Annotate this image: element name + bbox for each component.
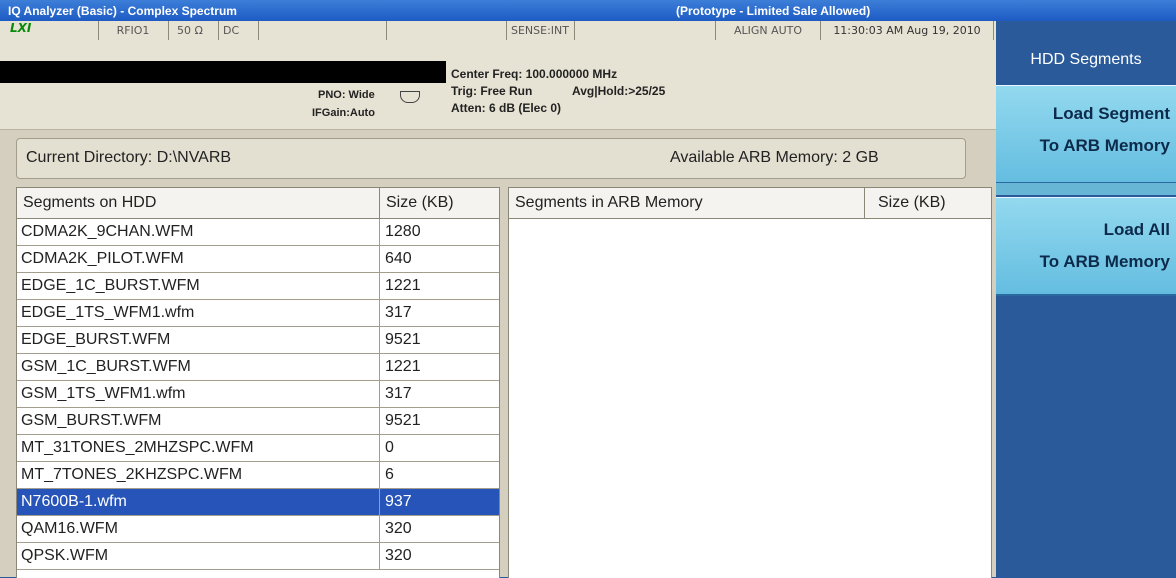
segment-size: 9521 (385, 331, 421, 348)
segment-size: 1221 (385, 358, 421, 375)
hdd-segment-row[interactable]: CDMA2K_PILOT.WFM 640 (17, 246, 499, 273)
hdd-segment-row[interactable]: QAM16.WFM 320 (17, 516, 499, 543)
segment-size: 9521 (385, 412, 421, 429)
pno-status: PNO: Wide (318, 89, 375, 101)
segment-name: QPSK.WFM (21, 547, 109, 564)
segment-size: 320 (385, 520, 412, 537)
load-segment-label-line1: Load Segment (1052, 104, 1170, 123)
hdd-segment-row[interactable]: EDGE_1TS_WFM1.wfm 317 (17, 300, 499, 327)
window-title: IQ Analyzer (Basic) - Complex Spectrum (8, 4, 237, 18)
hdd-segment-row[interactable]: N7600B-1.wfm 937 (17, 489, 499, 516)
segment-name: EDGE_1TS_WFM1.wfm (21, 304, 195, 321)
arb-size-column-header[interactable]: Size (KB) (878, 194, 946, 212)
hdd-segments-panel[interactable]: Segments on HDD Size (KB) CDMA2K_9CHAN.W… (16, 187, 500, 578)
measurement-status-panel: LXI RFIO1 50 Ω DC SENSE:INT ALIGN AUTO 1… (0, 21, 996, 130)
segment-size: 317 (385, 304, 412, 321)
hdd-segment-row[interactable]: EDGE_1C_BURST.WFM 1221 (17, 273, 499, 300)
window-title-bar: IQ Analyzer (Basic) - Complex Spectrum (… (0, 0, 1176, 21)
segment-name: GSM_BURST.WFM (21, 412, 162, 429)
hdd-name-column-header[interactable]: Segments on HDD (23, 194, 156, 212)
sense-indicator: SENSE:INT (506, 21, 575, 40)
ifgain-status: IFGain:Auto (312, 107, 375, 119)
load-segment-label-line2: To ARB Memory (1039, 136, 1170, 155)
align-indicator: ALIGN AUTO (716, 21, 821, 40)
segment-name: EDGE_1C_BURST.WFM (21, 277, 200, 294)
segment-name: QAM16.WFM (21, 520, 118, 537)
main-area: LXI RFIO1 50 Ω DC SENSE:INT ALIGN AUTO 1… (0, 21, 996, 578)
annunciator-bar (0, 61, 446, 83)
segment-size: 320 (385, 547, 412, 564)
prototype-notice: (Prototype - Limited Sale Allowed) (676, 4, 871, 18)
hdd-segment-row[interactable]: CDMA2K_9CHAN.WFM 1280 (17, 219, 499, 246)
input-port: RFIO1 (98, 21, 169, 40)
hdd-segment-row[interactable]: QPSK.WFM 320 (17, 543, 499, 570)
segment-name: MT_31TONES_2MHZSPC.WFM (21, 439, 254, 456)
segment-name: CDMA2K_PILOT.WFM (21, 250, 184, 267)
segment-name: EDGE_BURST.WFM (21, 331, 171, 348)
input-impedance: 50 Ω (169, 21, 219, 40)
segment-name: N7600B-1.wfm (21, 493, 127, 510)
load-all-to-arb-button[interactable]: Load All To ARB Memory (996, 197, 1176, 296)
gate-icon (400, 91, 420, 103)
load-all-label-line2: To ARB Memory (1039, 252, 1170, 271)
hdd-size-column-header[interactable]: Size (KB) (386, 194, 454, 212)
load-segment-to-arb-button[interactable]: Load Segment To ARB Memory (996, 85, 1176, 184)
hdd-segment-row[interactable]: GSM_1C_BURST.WFM 1221 (17, 354, 499, 381)
segment-size: 937 (385, 493, 412, 510)
directory-info-bar: Current Directory: D:\NVARB Available AR… (16, 138, 966, 179)
hdd-segment-row[interactable]: GSM_BURST.WFM 9521 (17, 408, 499, 435)
segment-name: MT_7TONES_2KHZSPC.WFM (21, 466, 243, 483)
hdd-list-header: Segments on HDD Size (KB) (17, 188, 499, 219)
segment-size: 640 (385, 250, 412, 267)
arb-name-column-header[interactable]: Segments in ARB Memory (515, 194, 703, 212)
softkey-menu: HDD Segments Load Segment To ARB Memory … (996, 21, 1176, 577)
load-all-label-line1: Load All (1103, 220, 1170, 239)
available-arb-memory: Available ARB Memory: 2 GB (670, 149, 879, 166)
attenuation: Atten: 6 dB (Elec 0) (451, 101, 562, 115)
hdd-segment-row[interactable]: EDGE_BURST.WFM 9521 (17, 327, 499, 354)
arb-list-header: Segments in ARB Memory Size (KB) (509, 188, 991, 219)
segment-size: 1221 (385, 277, 421, 294)
trigger-status: Trig: Free Run (451, 84, 533, 98)
avg-hold-status: Avg|Hold:>25/25 (572, 84, 666, 98)
segment-name: CDMA2K_9CHAN.WFM (21, 223, 194, 240)
softkey-menu-title: HDD Segments (1030, 51, 1142, 68)
hdd-segment-row[interactable]: MT_31TONES_2MHZSPC.WFM 0 (17, 435, 499, 462)
date-time: 11:30:03 AM Aug 19, 2010 (821, 21, 994, 40)
segment-size: 1280 (385, 223, 421, 240)
segment-size: 6 (385, 466, 394, 483)
input-coupling: DC (219, 21, 259, 40)
segment-size: 0 (385, 439, 394, 456)
center-freq: Center Freq: 100.000000 MHz (451, 67, 618, 81)
current-directory: Current Directory: D:\NVARB (26, 149, 232, 166)
segment-name: GSM_1TS_WFM1.wfm (21, 385, 186, 402)
segment-name: GSM_1C_BURST.WFM (21, 358, 191, 375)
status-row: LXI RFIO1 50 Ω DC SENSE:INT ALIGN AUTO 1… (0, 21, 996, 40)
hdd-segment-row[interactable]: MT_7TONES_2KHZSPC.WFM 6 (17, 462, 499, 489)
arb-memory-panel[interactable]: Segments in ARB Memory Size (KB) (508, 187, 992, 578)
hdd-segment-row[interactable]: GSM_1TS_WFM1.wfm 317 (17, 381, 499, 408)
segment-size: 317 (385, 385, 412, 402)
